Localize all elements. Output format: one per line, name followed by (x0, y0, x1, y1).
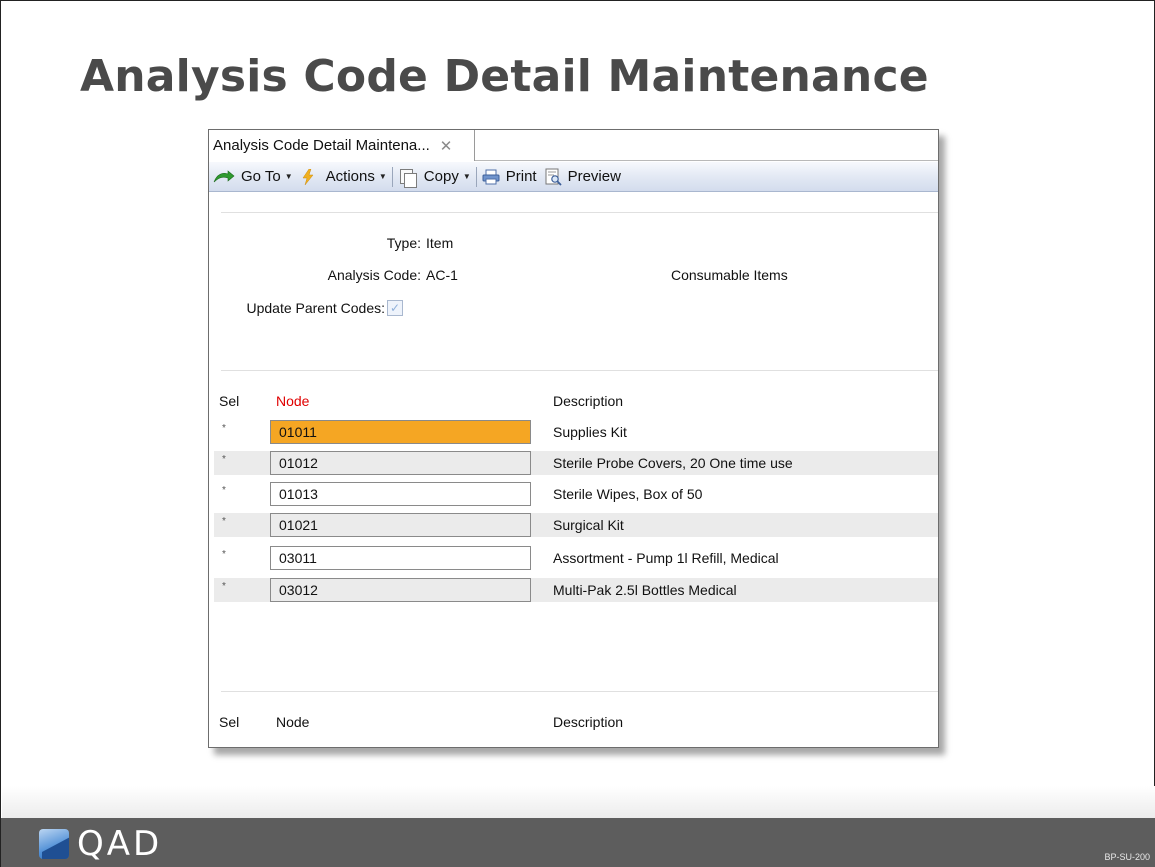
sel-cell[interactable]: * (214, 513, 252, 537)
node-input[interactable]: 03012 (270, 578, 531, 602)
node-input[interactable]: 01011 (270, 420, 531, 444)
description-cell: Supplies Kit (553, 424, 627, 440)
sel-cell[interactable]: * (214, 482, 252, 506)
form-area: Type: Item Analysis Code: AC-1 Consumabl… (209, 193, 938, 747)
chevron-down-icon: ▼ (462, 172, 471, 181)
tab-analysis-code-detail[interactable]: Analysis Code Detail Maintena... ✕ (209, 130, 475, 161)
tab-strip: Analysis Code Detail Maintena... ✕ (209, 130, 938, 161)
qad-logo: QAD (39, 827, 162, 861)
footer-bar (1, 818, 1155, 867)
sel-marker: * (222, 454, 226, 465)
sel-cell[interactable]: * (214, 578, 252, 602)
divider (221, 212, 938, 213)
print-button[interactable]: Print (482, 162, 537, 191)
sel-marker: * (222, 581, 226, 592)
print-label: Print (505, 168, 537, 185)
copy-icon (398, 168, 417, 188)
sel-column-header: Sel (219, 393, 240, 409)
goto-arrow-icon (213, 169, 235, 182)
node-input[interactable]: 01013 (270, 482, 531, 506)
sel-cell[interactable]: * (214, 451, 252, 475)
slide: Analysis Code Detail Maintenance Analysi… (0, 0, 1155, 867)
actions-label: Actions (325, 168, 375, 185)
preview-button[interactable]: Preview (537, 162, 621, 191)
qad-logo-icon (39, 829, 69, 859)
sel-marker: * (222, 549, 226, 560)
copy-label: Copy (423, 168, 459, 185)
table-row[interactable]: * 01013 Sterile Wipes, Box of 50 (214, 482, 938, 506)
sel-marker: * (222, 485, 226, 496)
update-parent-codes-checkbox[interactable]: ✓ (387, 300, 403, 316)
type-label: Type: (386, 235, 421, 251)
goto-button[interactable]: Go To ▼ (209, 162, 293, 191)
toolbar: Go To ▼ Actions ▼ Copy ▼ Print Preview (209, 162, 938, 192)
divider (221, 691, 938, 692)
close-icon[interactable]: ✕ (440, 137, 453, 155)
analysis-code-value: AC-1 (426, 267, 458, 283)
lightning-icon (302, 168, 314, 185)
actions-button[interactable]: Actions ▼ (293, 162, 387, 191)
checkmark-icon: ✓ (389, 301, 401, 315)
type-value: Item (426, 235, 454, 251)
sel-marker: * (222, 423, 226, 434)
table-row[interactable]: * 01012 Sterile Probe Covers, 20 One tim… (214, 451, 938, 475)
node-column-header[interactable]: Node (276, 393, 309, 409)
table-row[interactable]: * 01021 Surgical Kit (214, 513, 938, 537)
description-column-header[interactable]: Description (553, 393, 623, 409)
bottom-sel-column-header: Sel (219, 714, 240, 730)
slide-title: Analysis Code Detail Maintenance (80, 51, 929, 102)
preview-icon (545, 168, 562, 186)
node-input[interactable]: 01012 (270, 451, 531, 475)
printer-icon (482, 169, 500, 184)
update-parent-codes-label: Update Parent Codes: (246, 300, 385, 316)
chevron-down-icon: ▼ (378, 172, 387, 181)
sel-cell[interactable]: * (214, 420, 252, 444)
copy-button[interactable]: Copy ▼ (398, 162, 471, 191)
footer-gradient (2, 786, 1155, 818)
divider (221, 370, 938, 371)
footer-code: BP-SU-200 (1104, 852, 1150, 862)
table-row[interactable]: * 03011 Assortment - Pump 1l Refill, Med… (214, 546, 938, 570)
toolbar-separator (475, 166, 477, 187)
chevron-down-icon: ▼ (284, 172, 293, 181)
description-cell: Multi-Pak 2.5l Bottles Medical (553, 582, 737, 598)
description-cell: Sterile Probe Covers, 20 One time use (553, 455, 793, 471)
toolbar-separator (391, 166, 393, 187)
qad-wordmark: QAD (77, 824, 163, 864)
analysis-code-label: Analysis Code: (327, 267, 421, 283)
table-row[interactable]: * 03012 Multi-Pak 2.5l Bottles Medical (214, 578, 938, 602)
description-cell: Assortment - Pump 1l Refill, Medical (553, 550, 779, 566)
bottom-description-column-header[interactable]: Description (553, 714, 623, 730)
table-row[interactable]: * 01011 Supplies Kit (214, 420, 938, 444)
node-input[interactable]: 01021 (270, 513, 531, 537)
analysis-code-description: Consumable Items (671, 267, 788, 283)
node-input[interactable]: 03011 (270, 546, 531, 570)
bottom-node-column-header[interactable]: Node (276, 714, 309, 730)
description-cell: Sterile Wipes, Box of 50 (553, 486, 703, 502)
goto-label: Go To (241, 168, 281, 185)
sel-cell[interactable]: * (214, 546, 252, 570)
sel-marker: * (222, 516, 226, 527)
preview-label: Preview (567, 168, 621, 185)
description-cell: Surgical Kit (553, 517, 624, 533)
app-window: Analysis Code Detail Maintena... ✕ Go To… (208, 129, 939, 748)
tab-label: Analysis Code Detail Maintena... (213, 137, 430, 154)
